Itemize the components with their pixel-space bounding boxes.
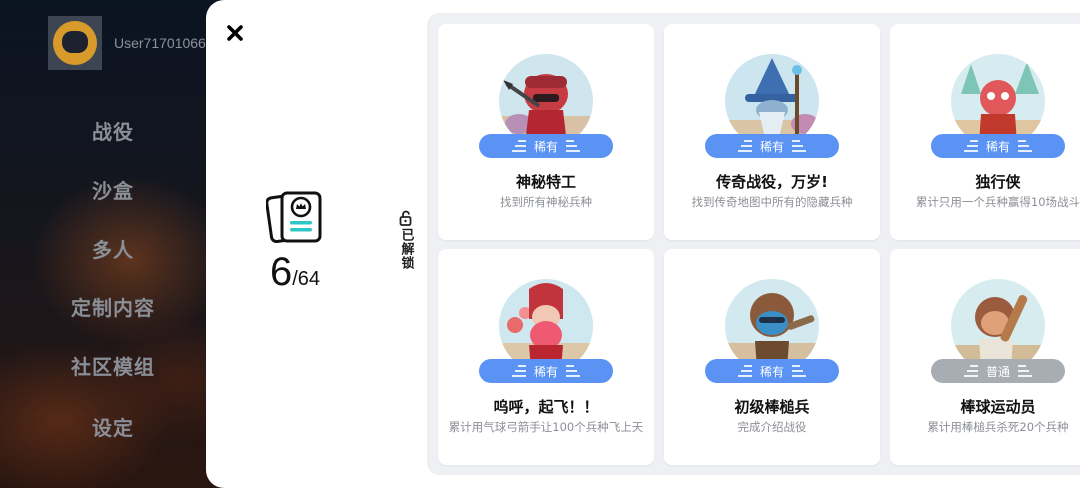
rarity-badge: 稀有 (479, 134, 613, 158)
achievement-description: 找到传奇地图中所有的隐藏兵种 (691, 195, 853, 209)
achievement-title: 初级棒槌兵 (734, 398, 810, 416)
username: User71701066 (114, 35, 206, 51)
achievement-card[interactable]: 稀有 初级棒槌兵 完成介绍战役 (664, 249, 880, 465)
tab-unlocked-label: 已解锁 (398, 228, 414, 270)
achievement-card[interactable]: 稀有 呜呼，起飞！！ 累计用气球弓箭手让100个兵种飞上天 (438, 249, 654, 465)
rarity-label: 稀有 (759, 364, 784, 379)
achievement-title: 独行侠 (975, 173, 1021, 191)
menu-item-multiplayer[interactable]: 多人 (0, 234, 226, 263)
achievement-cards-icon (266, 191, 322, 244)
achievement-card[interactable]: 普通 棒球运动员 累计用棒槌兵杀死20个兵种 (890, 249, 1080, 465)
rarity-badge: 稀有 (479, 359, 613, 383)
rarity-label: 普通 (985, 364, 1010, 379)
rarity-badge: 稀有 (705, 134, 839, 158)
achievement-title: 传奇战役，万岁! (716, 173, 828, 191)
unlocked-count: 6 (270, 250, 293, 294)
menu-item-campaign[interactable]: 战役 (0, 116, 226, 145)
rarity-label: 稀有 (759, 139, 784, 154)
user-profile[interactable]: User71701066 (48, 16, 206, 70)
achievement-description: 累计用棒槌兵杀死20个兵种 (927, 420, 1069, 434)
achievement-title: 呜呼，起飞！！ (493, 398, 599, 416)
menu-item-settings[interactable]: 设定 (0, 412, 226, 441)
rarity-label: 稀有 (533, 364, 558, 379)
total-count: /64 (292, 268, 321, 290)
achievement-description: 找到所有神秘兵种 (500, 195, 592, 209)
unlock-counter: 6 /64 (270, 250, 320, 295)
achievement-description: 完成介绍战役 (737, 420, 807, 434)
close-button[interactable] (220, 18, 250, 48)
achievement-card[interactable]: 稀有 神秘特工 找到所有神秘兵种 (438, 24, 654, 240)
avatar (48, 16, 102, 70)
rarity-badge: 普通 (931, 359, 1065, 383)
achievement-title: 棒球运动员 (960, 398, 1036, 416)
menu-item-sandbox[interactable]: 沙盒 (0, 175, 226, 204)
menu-item-custom-content[interactable]: 定制内容 (0, 292, 226, 321)
rarity-badge: 稀有 (931, 134, 1065, 158)
achievement-grid: 稀有 神秘特工 找到所有神秘兵种 稀有 传奇战役，万岁! 找到传奇地图中所有的隐… (427, 13, 1080, 475)
achievement-card[interactable]: 稀有 独行侠 累计只用一个兵种赢得10场战斗 (890, 24, 1080, 240)
rarity-label: 稀有 (985, 139, 1010, 154)
achievement-description: 累计只用一个兵种赢得10场战斗 (915, 195, 1080, 209)
rarity-badge: 稀有 (705, 359, 839, 383)
menu-item-community-mods[interactable]: 社区模组 (0, 351, 226, 380)
rarity-label: 稀有 (533, 139, 558, 154)
tab-unlocked[interactable]: 已解锁 (396, 210, 416, 270)
close-icon (227, 25, 243, 41)
achievement-description: 累计用气球弓箭手让100个兵种飞上天 (448, 420, 644, 434)
achievement-title: 神秘特工 (515, 173, 576, 191)
achievement-card[interactable]: 稀有 传奇战役，万岁! 找到传奇地图中所有的隐藏兵种 (664, 24, 880, 240)
unlock-icon (399, 210, 412, 226)
